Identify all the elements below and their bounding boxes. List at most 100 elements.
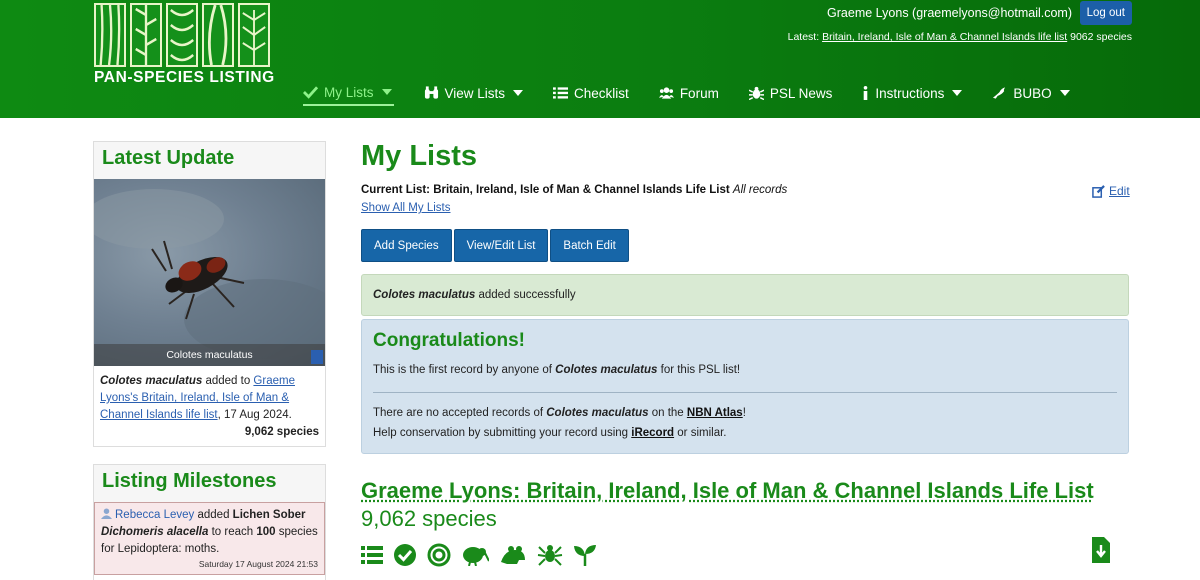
logo-panels [94, 3, 270, 67]
download-file-icon[interactable] [1090, 537, 1112, 563]
latest-update-title: Latest Update [94, 142, 325, 179]
milestone-added: added [197, 509, 230, 521]
nav-bubo[interactable]: BUBO [992, 80, 1070, 106]
list-view-icon[interactable] [361, 543, 383, 567]
check-circle-icon[interactable] [393, 543, 417, 567]
nav-label: BUBO [1013, 85, 1052, 101]
success-text: added successfully [478, 289, 576, 301]
users-icon [658, 86, 674, 100]
current-list-filter: All records [732, 184, 788, 196]
latest-update-text: Colotes maculatus added to Graeme Lyons'… [94, 366, 325, 426]
nav-label: Instructions [875, 85, 945, 101]
success-species: Colotes maculatus [373, 289, 476, 301]
edit-list-link[interactable]: Edit [1092, 184, 1130, 198]
bug-icon [748, 86, 764, 100]
first-record-line: This is the first record by anyone of Co… [373, 360, 1117, 380]
first-record-post: for this PSL list! [660, 364, 741, 376]
species-photo[interactable]: Colotes maculatus [94, 179, 325, 366]
latest-update-card: Latest Update Colotes maculatus Colotes … [93, 141, 326, 447]
kiwi-icon[interactable] [461, 543, 489, 567]
page-title: My Lists [361, 140, 478, 172]
list-species-count: 9,062 species [361, 506, 497, 531]
milestone-species: Dichomeris alacella [101, 526, 209, 538]
beetle-photo-graphic [94, 189, 325, 359]
list-title-link[interactable]: Graeme Lyons: Britain, Ireland, Isle of … [361, 478, 1094, 503]
target-icon[interactable] [427, 543, 451, 567]
nav-forum[interactable]: Forum [658, 80, 719, 106]
edit-label: Edit [1109, 184, 1130, 198]
logout-button[interactable]: Log out [1079, 1, 1132, 25]
logo-panel [202, 3, 234, 67]
update-added-to: added to [205, 375, 251, 387]
nav-instructions[interactable]: Instructions [862, 80, 963, 106]
list-heading: Graeme Lyons: Britain, Ireland, Isle of … [361, 477, 1121, 533]
site-logo[interactable]: PAN-SPECIES LISTING [94, 3, 275, 87]
chevron-down-icon [952, 90, 963, 96]
logo-panel [130, 3, 162, 67]
spider-icon[interactable] [537, 543, 563, 567]
nbn-post: ! [742, 407, 746, 419]
nav-label: My Lists [324, 84, 374, 100]
nav-psl-news[interactable]: PSL News [748, 80, 833, 106]
current-list-label: Current List: Britain, Ireland, Isle of … [361, 184, 730, 196]
congratulations-alert: Congratulations! This is the first recor… [361, 319, 1129, 454]
nbn-mid: on the [651, 407, 684, 419]
nav-my-lists[interactable]: My Lists [303, 80, 394, 106]
nbn-pre: There are no accepted records of [373, 407, 544, 419]
nbn-line: There are no accepted records of Colotes… [373, 403, 1117, 423]
nav-label: PSL News [769, 85, 833, 101]
bookmark-icon[interactable] [311, 350, 323, 364]
irecord-pre: Help conservation by submitting your rec… [373, 427, 629, 439]
update-species-count: 9,062 species [244, 426, 319, 438]
milestone-time: Saturday 17 August 2024 21:53 [198, 559, 318, 569]
frog-icon[interactable] [499, 543, 527, 567]
bird-icon [992, 86, 1007, 100]
first-record-pre: This is the first record by anyone of [373, 364, 552, 376]
update-species: Colotes maculatus [100, 375, 203, 387]
listing-milestones-card: Listing Milestones Rebecca Levey added L… [93, 464, 326, 580]
user-icon [101, 508, 112, 519]
milestone-entry: Rebecca Levey added Lichen Sober Dichome… [94, 502, 325, 575]
info-icon [862, 86, 869, 100]
main-nav: My Lists View Lists Checklist Forum PSL … [303, 80, 1100, 108]
latest-count: 9062 species [1070, 31, 1132, 43]
milestones-title: Listing Milestones [94, 465, 325, 502]
nav-checklist[interactable]: Checklist [553, 80, 629, 106]
update-date: , 17 Aug 2024. [217, 409, 292, 421]
batch-edit-button[interactable]: Batch Edit [550, 229, 629, 262]
plant-icon[interactable] [573, 543, 597, 567]
irecord-post: or similar. [677, 427, 727, 439]
first-record-species: Colotes maculatus [555, 364, 658, 376]
list-view-icons [361, 543, 597, 567]
milestone-user-link[interactable]: Rebecca Levey [115, 509, 194, 521]
irecord-link[interactable]: iRecord [631, 427, 674, 439]
nav-label: View Lists [444, 85, 506, 101]
nav-view-lists[interactable]: View Lists [424, 80, 524, 106]
chevron-down-icon [381, 89, 392, 95]
milestone-number: 100 [256, 526, 276, 538]
alert-divider [373, 392, 1117, 393]
congratulations-title: Congratulations! [373, 330, 525, 351]
latest-prefix: Latest: [787, 31, 820, 43]
irecord-line: Help conservation by submitting your rec… [373, 423, 1117, 443]
chevron-down-icon [1059, 90, 1070, 96]
current-list: Current List: Britain, Ireland, Isle of … [361, 184, 787, 196]
photo-caption: Colotes maculatus [94, 344, 325, 366]
edit-icon [1092, 184, 1105, 198]
list-icon [553, 86, 569, 100]
logo-text: PAN-SPECIES LISTING [94, 69, 275, 86]
logo-panel [238, 3, 270, 67]
latest-update-line: Latest: Britain, Ireland, Isle of Man & … [788, 31, 1132, 43]
binoculars-icon [424, 86, 439, 100]
nbn-species: Colotes maculatus [546, 407, 649, 419]
view-edit-list-button[interactable]: View/Edit List [453, 229, 549, 262]
latest-list-link[interactable]: Britain, Ireland, Isle of Man & Channel … [822, 31, 1067, 43]
chevron-down-icon [513, 90, 524, 96]
add-species-button[interactable]: Add Species [361, 229, 452, 262]
show-all-lists-link[interactable]: Show All My Lists [361, 202, 450, 214]
nbn-atlas-link[interactable]: NBN Atlas [687, 407, 743, 419]
milestone-common-name: Lichen Sober [232, 509, 306, 521]
nav-label: Forum [679, 85, 719, 101]
logo-panel [94, 3, 126, 67]
check-icon [303, 85, 318, 99]
